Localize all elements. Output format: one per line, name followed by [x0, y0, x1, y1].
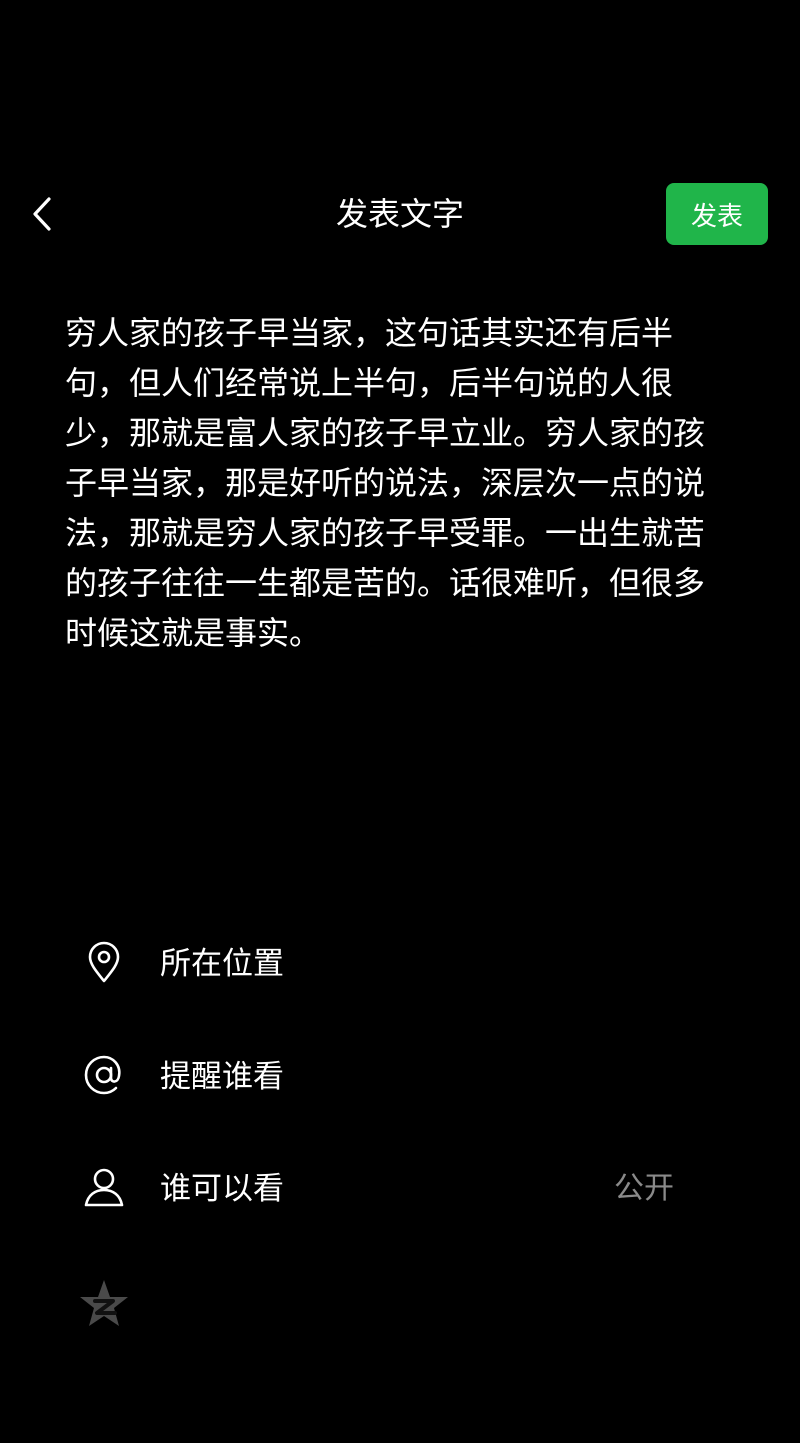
qzone-share-button[interactable]	[76, 1276, 132, 1332]
location-label: 所在位置	[160, 946, 284, 982]
location-pin-icon	[78, 936, 130, 988]
post-text-input[interactable]: 穷人家的孩子早当家，这句话其实还有后半句，但人们经常说上半句，后半句说的人很少，…	[65, 308, 725, 658]
visibility-value: 公开	[614, 1171, 674, 1206]
at-sign-icon	[78, 1049, 130, 1101]
mention-row[interactable]: 提醒谁看	[0, 1039, 800, 1119]
mention-label: 提醒谁看	[160, 1059, 284, 1095]
person-icon	[78, 1161, 130, 1213]
qzone-star-icon	[80, 1280, 128, 1326]
visibility-label: 谁可以看	[160, 1171, 284, 1207]
location-row[interactable]: 所在位置	[0, 926, 800, 1006]
publish-button[interactable]: 发表	[666, 183, 768, 245]
visibility-row[interactable]: 谁可以看 公开	[0, 1151, 800, 1231]
top-bar: 发表文字 发表	[0, 180, 800, 250]
